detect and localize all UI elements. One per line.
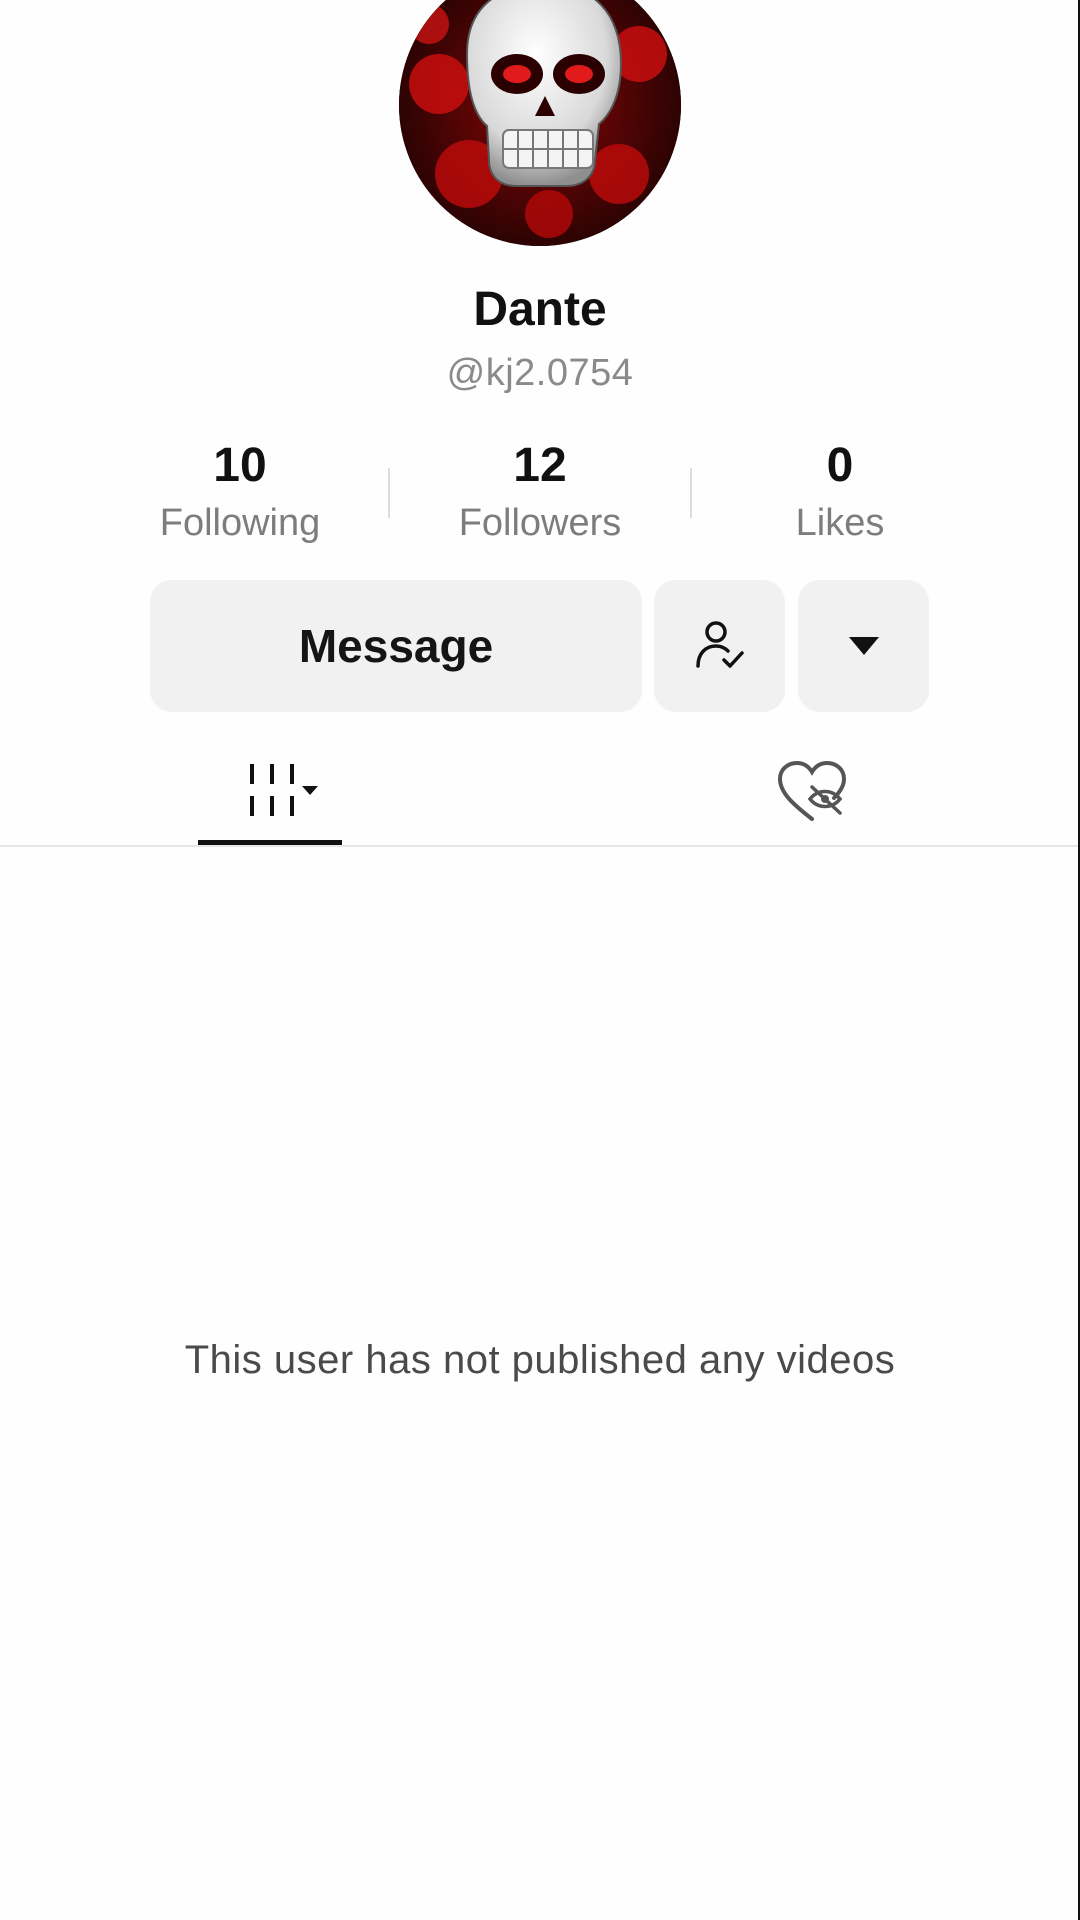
avatar[interactable] bbox=[399, 0, 681, 246]
stat-followers[interactable]: 12 Followers bbox=[410, 436, 670, 548]
more-options-button[interactable] bbox=[798, 580, 929, 712]
username-handle: @kj2.0754 bbox=[446, 352, 634, 394]
stat-likes[interactable]: 0 Likes bbox=[710, 436, 970, 548]
tabs-divider bbox=[0, 845, 1080, 847]
tab-videos[interactable] bbox=[198, 740, 342, 844]
likes-count: 0 bbox=[826, 439, 854, 492]
profile-tabs bbox=[0, 740, 1080, 846]
stat-divider bbox=[690, 468, 692, 518]
grid-bars-icon bbox=[250, 764, 318, 816]
following-status-button[interactable] bbox=[654, 580, 785, 712]
person-check-icon bbox=[695, 621, 744, 668]
caret-down-icon bbox=[848, 637, 879, 655]
tab-liked-videos[interactable] bbox=[752, 740, 872, 844]
skull-avatar-icon bbox=[399, 0, 681, 246]
stat-following[interactable]: 10 Following bbox=[110, 436, 370, 548]
empty-state-message: This user has not published any videos bbox=[184, 1338, 896, 1382]
hidden-heart-icon bbox=[777, 760, 847, 821]
following-label: Following bbox=[159, 502, 321, 544]
followers-label: Followers bbox=[458, 502, 622, 544]
likes-label: Likes bbox=[795, 502, 885, 544]
profile-page: Dante @kj2.0754 10 Following 12 Follower… bbox=[0, 0, 1080, 1920]
profile-stats: 10 Following 12 Followers 0 Likes bbox=[0, 436, 1080, 546]
following-count: 10 bbox=[213, 439, 267, 492]
display-name: Dante bbox=[473, 283, 607, 336]
message-button[interactable]: Message bbox=[150, 580, 642, 712]
stat-divider bbox=[388, 468, 390, 518]
followers-count: 12 bbox=[513, 439, 567, 492]
